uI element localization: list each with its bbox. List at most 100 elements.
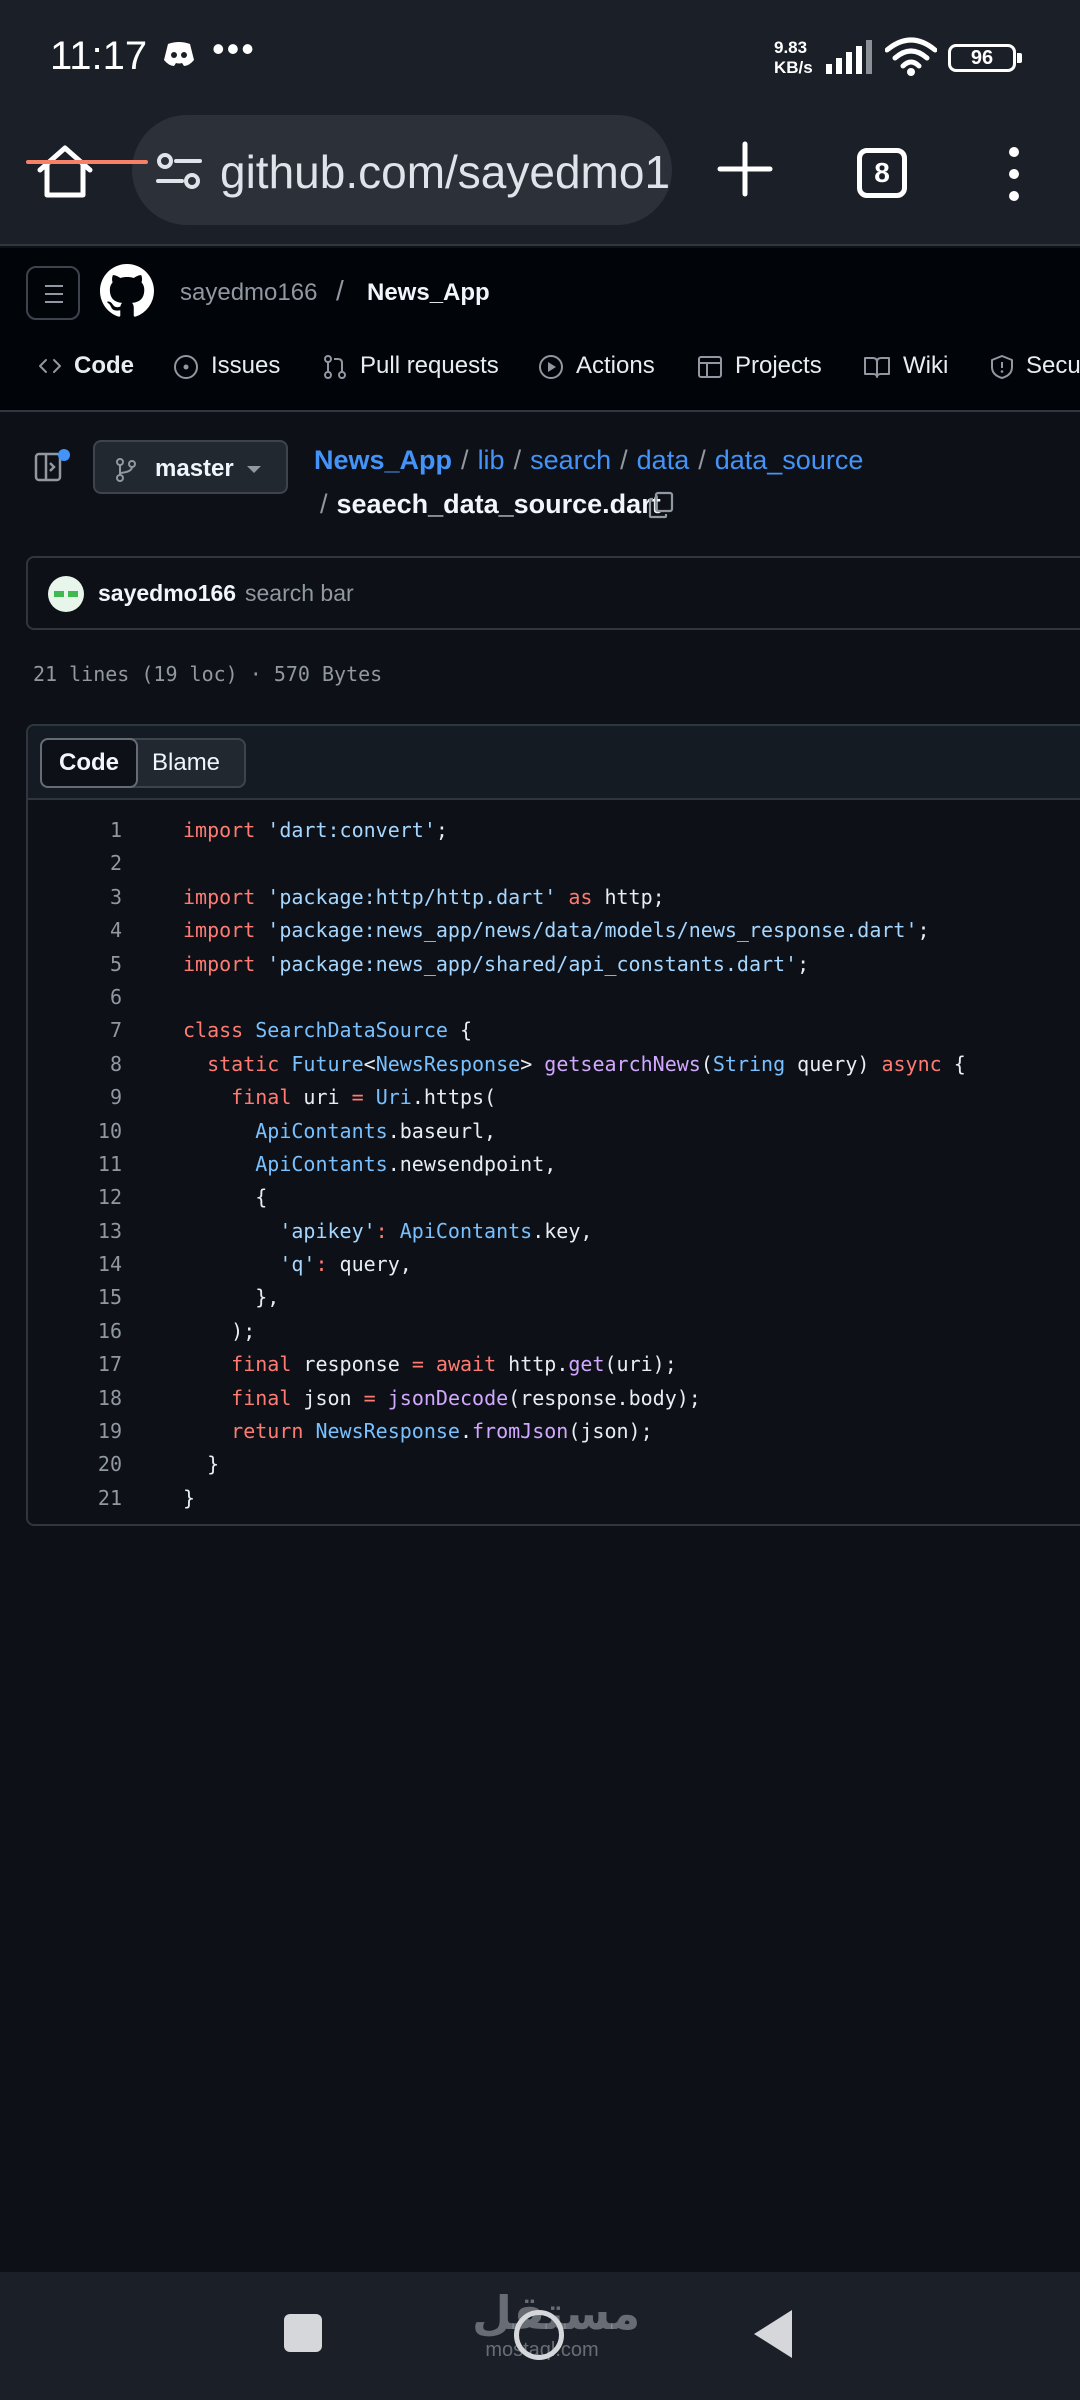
site-settings-icon[interactable] [156,151,202,191]
line-number[interactable]: 10 [28,1115,122,1148]
line-code: final json = jsonDecode(response.body); [231,1385,701,1410]
url-bar[interactable]: github.com/sayedmo166/News_App/blob/mast… [132,115,672,225]
code-view-button[interactable]: Code [40,738,138,788]
branch-name: master [155,455,234,482]
battery-level: 96 [970,47,994,69]
back-icon[interactable] [754,2310,792,2358]
line-code: ); [183,1318,256,1343]
git-pull-request-icon [324,355,346,379]
line-number[interactable]: 5 [28,948,122,981]
battery-icon: 96 [948,44,1022,72]
discord-icon [164,42,194,66]
line-number[interactable]: 7 [28,1014,122,1047]
line-code: }, [183,1285,280,1310]
code-line: 19 return NewsResponse.fromJson(json); [28,1415,1080,1448]
chevron-down-icon [247,466,261,473]
tab-wiki[interactable]: Wiki [863,342,948,412]
line-code: import 'dart:convert'; [183,818,448,842]
breadcrumb-link-search[interactable]: search [530,445,611,475]
more-notifications-icon: ••• [212,28,256,69]
line-number[interactable]: 17 [28,1348,122,1381]
line-number[interactable]: 13 [28,1215,122,1248]
line-code: } [183,1485,196,1510]
breadcrumb-link-repo[interactable]: News_App [314,445,452,475]
file-tree-toggle-icon[interactable] [34,448,70,482]
line-number[interactable]: 16 [28,1315,122,1348]
copy-icon[interactable] [648,491,674,519]
tab-code[interactable]: Code [38,342,134,412]
line-number[interactable]: 15 [28,1281,122,1314]
github-logo-icon[interactable] [100,264,154,318]
active-tab-indicator [26,160,148,164]
tab-projects[interactable]: Projects [697,342,822,412]
current-filename: seaech_data_source.dart [336,489,661,519]
line-number[interactable]: 19 [28,1415,122,1448]
repo-name-link[interactable]: News_App [367,279,490,307]
home-icon[interactable] [34,140,96,202]
more-vert-icon[interactable] [1003,146,1025,202]
new-tab-icon[interactable] [716,140,774,198]
book-icon [864,357,890,378]
line-code: ApiContants.newsendpoint, [255,1151,557,1176]
branch-selector-button[interactable]: master [93,440,288,494]
code-lines: 1 import 'dart:convert'; 2 3 import 'package… [28,814,1080,1515]
wifi-icon [885,37,937,76]
breadcrumb-filename-row: / seaech_data_source.dart [320,489,661,519]
line-code: 'q': query, [279,1252,412,1277]
line-number[interactable]: 14 [28,1248,122,1281]
blame-view-button[interactable]: Blame [152,740,220,786]
line-number[interactable]: 2 [28,847,122,880]
code-line: 17 final response = await http.get(uri); [28,1348,1080,1381]
status-bar: 11:17 ••• 9.83 KB/s 96 [0,0,1080,110]
commit-message-link[interactable]: search bar [245,580,354,607]
code-line: 2 [28,847,1080,880]
tab-switcher-button[interactable]: 8 [857,148,907,198]
line-number[interactable]: 9 [28,1081,122,1114]
hamburger-icon [45,285,63,287]
code-line: 3 import 'package:http/http.dart' as http… [28,881,1080,914]
line-code: static Future<NewsResponse> getsearchNew… [207,1051,966,1076]
browser-toolbar: github.com/sayedmo166/News_App/blob/mast… [0,110,1080,246]
code-icon [39,359,61,373]
tab-issues[interactable]: Issues [173,342,280,412]
line-number[interactable]: 3 [28,881,122,914]
system-nav-bar: مستقل mostaql.com [0,2272,1080,2400]
recents-icon[interactable] [284,2314,322,2352]
breadcrumb-link-data-source[interactable]: data_source [715,445,864,475]
line-number[interactable]: 18 [28,1382,122,1415]
play-icon [539,355,563,379]
code-line: 13 'apikey': ApiContants.key, [28,1215,1080,1248]
code-line: 20 } [28,1448,1080,1481]
avatar[interactable] [48,576,84,612]
code-line: 5 import 'package:news_app/shared/api_con… [28,948,1080,981]
line-number[interactable]: 12 [28,1181,122,1214]
line-number[interactable]: 21 [28,1482,122,1515]
line-code: return NewsResponse.fromJson(json); [231,1419,653,1444]
url-text[interactable]: github.com/sayedmo166/News_App/blob/mast… [220,145,672,199]
tab-security[interactable]: Security [990,342,1080,412]
file-meta: 21 lines (19 loc) · 570 Bytes [33,662,383,686]
code-line: 21} [28,1482,1080,1515]
code-viewer: Code Blame 1 import 'dart:convert'; 2 3 impo… [26,724,1080,1526]
code-line: 4 import 'package:news_app/news/data/mode… [28,914,1080,947]
repo-owner-link[interactable]: sayedmo166 [180,279,317,307]
line-number[interactable]: 4 [28,914,122,947]
tab-pull-requests[interactable]: Pull requests [322,342,499,412]
line-number[interactable]: 11 [28,1148,122,1181]
home-button-icon[interactable] [514,2310,564,2360]
latest-commit-box: sayedmo166 search bar [26,556,1080,630]
tab-actions[interactable]: Actions [538,342,655,412]
breadcrumb-link-lib[interactable]: lib [478,445,505,475]
commit-author-link[interactable]: sayedmo166 [98,580,236,607]
view-toggle: Code Blame [40,738,246,788]
breadcrumb-link-data[interactable]: data [637,445,690,475]
line-number[interactable]: 6 [28,981,122,1014]
line-code: ApiContants.baseurl, [255,1118,497,1143]
line-code: } [183,1452,220,1477]
line-code: class SearchDataSource { [183,1018,473,1043]
menu-button[interactable] [26,266,80,320]
line-number[interactable]: 20 [28,1448,122,1481]
line-number[interactable]: 8 [28,1048,122,1081]
line-number[interactable]: 1 [28,814,122,847]
line-code: { [183,1185,268,1210]
